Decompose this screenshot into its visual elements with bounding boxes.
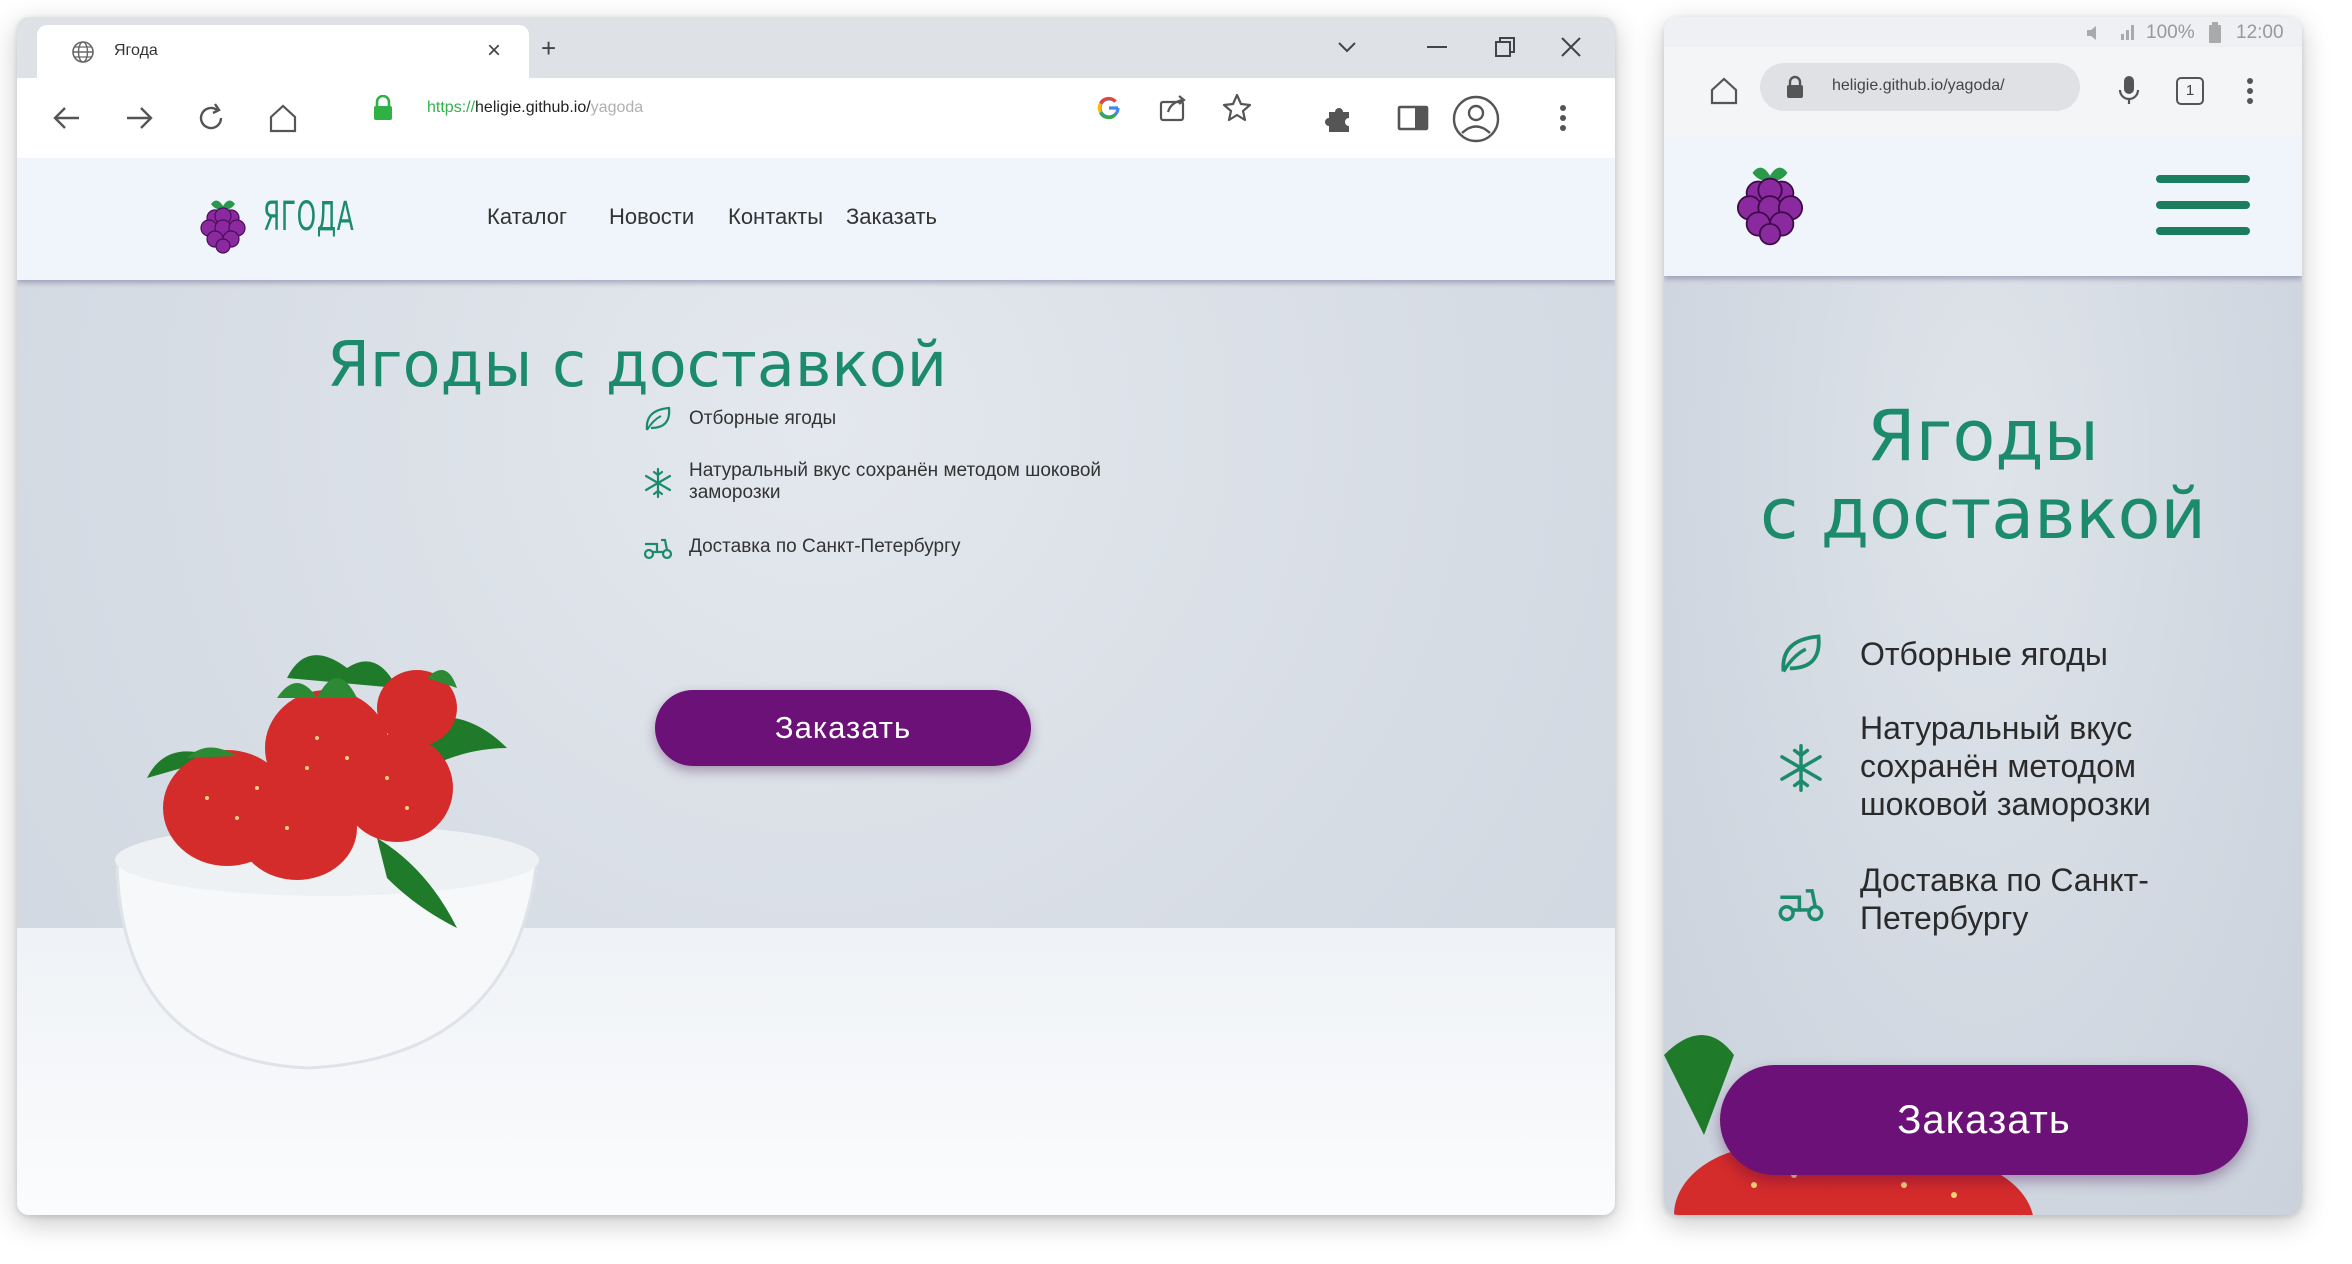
- strawberry-bowl-image: [115, 655, 539, 1070]
- scooter-icon: [643, 538, 673, 560]
- mobile-address-bar[interactable]: heligie.github.io/yagoda/: [1760, 63, 2080, 111]
- site-header: ЯГОДА Каталог Новости Контакты Заказать: [17, 158, 1615, 280]
- clock-time: 12:00: [2236, 22, 2284, 43]
- back-arrow-icon[interactable]: [49, 100, 85, 136]
- tab-search-chevron-icon[interactable]: [1333, 33, 1361, 61]
- mobile-url-text[interactable]: heligie.github.io/yagoda/: [1832, 77, 2005, 95]
- snowflake-icon: [644, 467, 672, 499]
- kebab-menu-icon[interactable]: [1545, 100, 1581, 136]
- home-icon[interactable]: [1708, 75, 1740, 107]
- scooter-icon: [1778, 889, 1824, 922]
- reload-icon[interactable]: [193, 100, 229, 136]
- lock-icon: [374, 95, 392, 120]
- feature-text: Натуральный вкус сохранён методом шоково…: [1860, 710, 2151, 822]
- kebab-menu-icon[interactable]: [2242, 75, 2258, 107]
- close-window-icon[interactable]: [1557, 33, 1585, 61]
- restore-icon[interactable]: [1491, 33, 1519, 61]
- home-icon[interactable]: [265, 100, 301, 136]
- speaker-mute-icon: [2087, 26, 2096, 40]
- mobile-browser-window: 100% 12:00 heligie.github.io/yagoda/ 1 Я…: [1664, 17, 2302, 1215]
- tab-close-icon[interactable]: ×: [487, 37, 501, 65]
- battery-percent: 100%: [2146, 22, 2195, 43]
- signal-icon: [2121, 25, 2134, 40]
- mobile-web-page-viewport: Ягоды с доставкой Отборные ягоды Натурал…: [1664, 135, 2302, 1215]
- logo-wordmark[interactable]: ЯГОДА: [263, 194, 354, 240]
- tab-strip: Ягода × +: [17, 17, 1615, 78]
- forward-arrow-icon[interactable]: [121, 100, 157, 136]
- google-lens-icon[interactable]: [1091, 90, 1127, 126]
- extensions-puzzle-icon[interactable]: [1321, 100, 1357, 136]
- battery-icon: [2209, 22, 2221, 43]
- tabs-count-button[interactable]: 1: [2176, 77, 2204, 105]
- raspberry-logo-icon[interactable]: [197, 194, 249, 254]
- order-button[interactable]: Заказать: [1720, 1065, 2248, 1175]
- mobile-toolbar: heligie.github.io/yagoda/ 1: [1664, 47, 2302, 135]
- nav-contacts-link[interactable]: Контакты: [728, 204, 823, 230]
- profile-avatar-icon[interactable]: [1451, 94, 1501, 144]
- side-panel-icon[interactable]: [1395, 100, 1431, 136]
- hero-title-line: с доставкой: [1760, 473, 2206, 555]
- web-page-viewport: ЯГОДА Каталог Новости Контакты Заказать …: [17, 158, 1615, 1215]
- desktop-browser-window: Ягода × + https://heligie.github.io/yago…: [17, 17, 1615, 1215]
- feature-text: Отборные ягоды: [689, 408, 837, 429]
- mobile-hero-title: Ягоды с доставкой: [1664, 397, 2302, 553]
- address-bar[interactable]: https://heligie.github.io/yagoda: [337, 84, 1287, 132]
- minimize-icon[interactable]: [1423, 33, 1451, 61]
- tab-title: Ягода: [114, 42, 158, 59]
- browser-tab[interactable]: Ягода ×: [37, 25, 529, 78]
- feature-text: Доставка по Санкт-Петербургу: [689, 536, 961, 557]
- hero-title: Ягоды с доставкой: [326, 328, 948, 401]
- share-icon[interactable]: [1155, 90, 1191, 126]
- feature-text: Натуральный вкус сохранён методом шоково…: [689, 460, 1102, 503]
- leaf-icon: [645, 406, 671, 431]
- feature-text: Отборные ягоды: [1860, 636, 2108, 672]
- order-button[interactable]: Заказать: [655, 690, 1031, 766]
- globe-icon: [72, 41, 94, 63]
- url-text[interactable]: https://heligie.github.io/yagoda: [427, 99, 643, 117]
- nav-news-link[interactable]: Новости: [609, 204, 694, 230]
- hero-title-line: Ягоды: [1867, 395, 2099, 477]
- new-tab-button[interactable]: +: [541, 35, 556, 61]
- hamburger-menu-icon[interactable]: [2156, 173, 2250, 237]
- snowflake-icon: [1780, 744, 1822, 792]
- lock-icon: [1787, 75, 1803, 98]
- browser-toolbar: https://heligie.github.io/yagoda: [17, 78, 1615, 158]
- mobile-site-header: [1664, 135, 2302, 276]
- feature-text: Доставка по Санкт-Петербургу: [1860, 862, 2149, 936]
- status-bar: 100% 12:00: [1664, 17, 2302, 47]
- microphone-icon[interactable]: [2114, 73, 2144, 107]
- nav-catalog-link[interactable]: Каталог: [487, 204, 567, 230]
- leaf-icon: [1781, 634, 1821, 673]
- raspberry-logo-icon[interactable]: [1732, 157, 1808, 247]
- bookmark-star-icon[interactable]: [1219, 90, 1255, 126]
- nav-order-link[interactable]: Заказать: [846, 204, 937, 230]
